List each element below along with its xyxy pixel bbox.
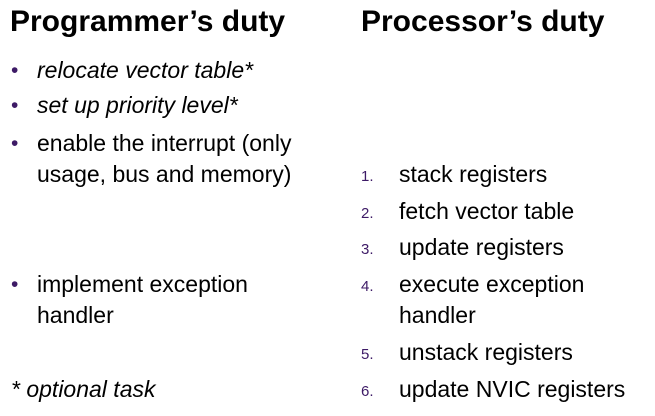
bullet-icon: • bbox=[11, 132, 19, 155]
step-number: 1. bbox=[361, 168, 374, 185]
processor-duty-heading: Processor’s duty bbox=[361, 5, 605, 38]
step-number: 2. bbox=[361, 205, 374, 222]
step-number: 3. bbox=[361, 241, 374, 258]
programmer-item-relocate: • relocate vector table* bbox=[11, 55, 351, 86]
bullet-icon: • bbox=[11, 273, 19, 296]
step-text: stack registers bbox=[399, 161, 548, 187]
programmer-item-enable-interrupt: • enable the interrupt (only usage, bus … bbox=[11, 128, 331, 190]
programmer-item-handler: • implement exception handler bbox=[11, 269, 311, 331]
programmer-item-priority: • set up priority level* bbox=[11, 90, 351, 121]
processor-step-1: 1. stack registers bbox=[361, 159, 651, 190]
step-text: execute exception handler bbox=[399, 271, 585, 328]
step-text: unstack registers bbox=[399, 339, 573, 365]
step-text: fetch vector table bbox=[399, 198, 575, 224]
programmer-item-text: relocate vector table* bbox=[37, 57, 254, 83]
step-number: 5. bbox=[361, 346, 374, 363]
bullet-icon: • bbox=[11, 94, 19, 117]
step-number: 6. bbox=[361, 383, 374, 400]
step-text: update NVIC registers bbox=[399, 376, 626, 402]
processor-step-3: 3. update registers bbox=[361, 232, 651, 263]
optional-task-footnote: * optional task bbox=[11, 376, 156, 402]
programmer-item-text: enable the interrupt (only usage, bus an… bbox=[37, 130, 292, 187]
processor-step-6: 6. update NVIC registers bbox=[361, 374, 651, 405]
programmer-duty-heading: Programmer’s duty bbox=[10, 5, 286, 38]
programmer-item-text: set up priority level* bbox=[37, 92, 238, 118]
bullet-icon: • bbox=[11, 59, 19, 82]
step-text: update registers bbox=[399, 234, 564, 260]
step-number: 4. bbox=[361, 278, 374, 295]
processor-step-5: 5. unstack registers bbox=[361, 337, 651, 368]
processor-step-4: 4. execute exception handler bbox=[361, 269, 621, 331]
processor-step-2: 2. fetch vector table bbox=[361, 196, 651, 227]
programmer-item-text: implement exception handler bbox=[37, 271, 248, 328]
